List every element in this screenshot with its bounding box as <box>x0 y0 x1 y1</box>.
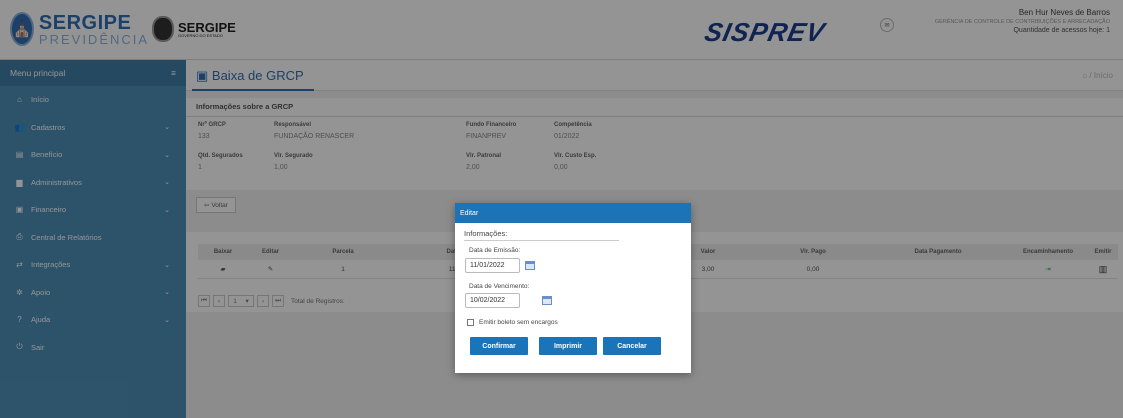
divider <box>464 240 619 241</box>
modal-header: Editar <box>455 203 691 223</box>
calendar-icon[interactable] <box>525 261 535 270</box>
vencimento-label: Data de Vencimento: <box>469 283 530 290</box>
sem-encargos-checkbox-row[interactable]: Emitir boleto sem encargos <box>467 319 558 326</box>
emissao-label: Data de Emissão: <box>469 247 521 254</box>
edit-modal: Editar Informações: Data de Emissão: 11/… <box>455 203 691 373</box>
checkbox-label: Emitir boleto sem encargos <box>479 319 558 326</box>
cancel-button[interactable]: Cancelar <box>603 337 661 355</box>
emissao-date-input[interactable]: 11/01/2022 <box>465 258 520 273</box>
modal-section-title: Informações: <box>464 229 508 238</box>
print-button[interactable]: Imprimir <box>539 337 597 355</box>
calendar-icon[interactable] <box>542 296 552 305</box>
confirm-button[interactable]: Confirmar <box>470 337 528 355</box>
modal-title: Editar <box>460 209 479 217</box>
vencimento-date-input[interactable]: 10/02/2022 <box>465 293 520 308</box>
sem-encargos-checkbox[interactable] <box>467 319 474 326</box>
